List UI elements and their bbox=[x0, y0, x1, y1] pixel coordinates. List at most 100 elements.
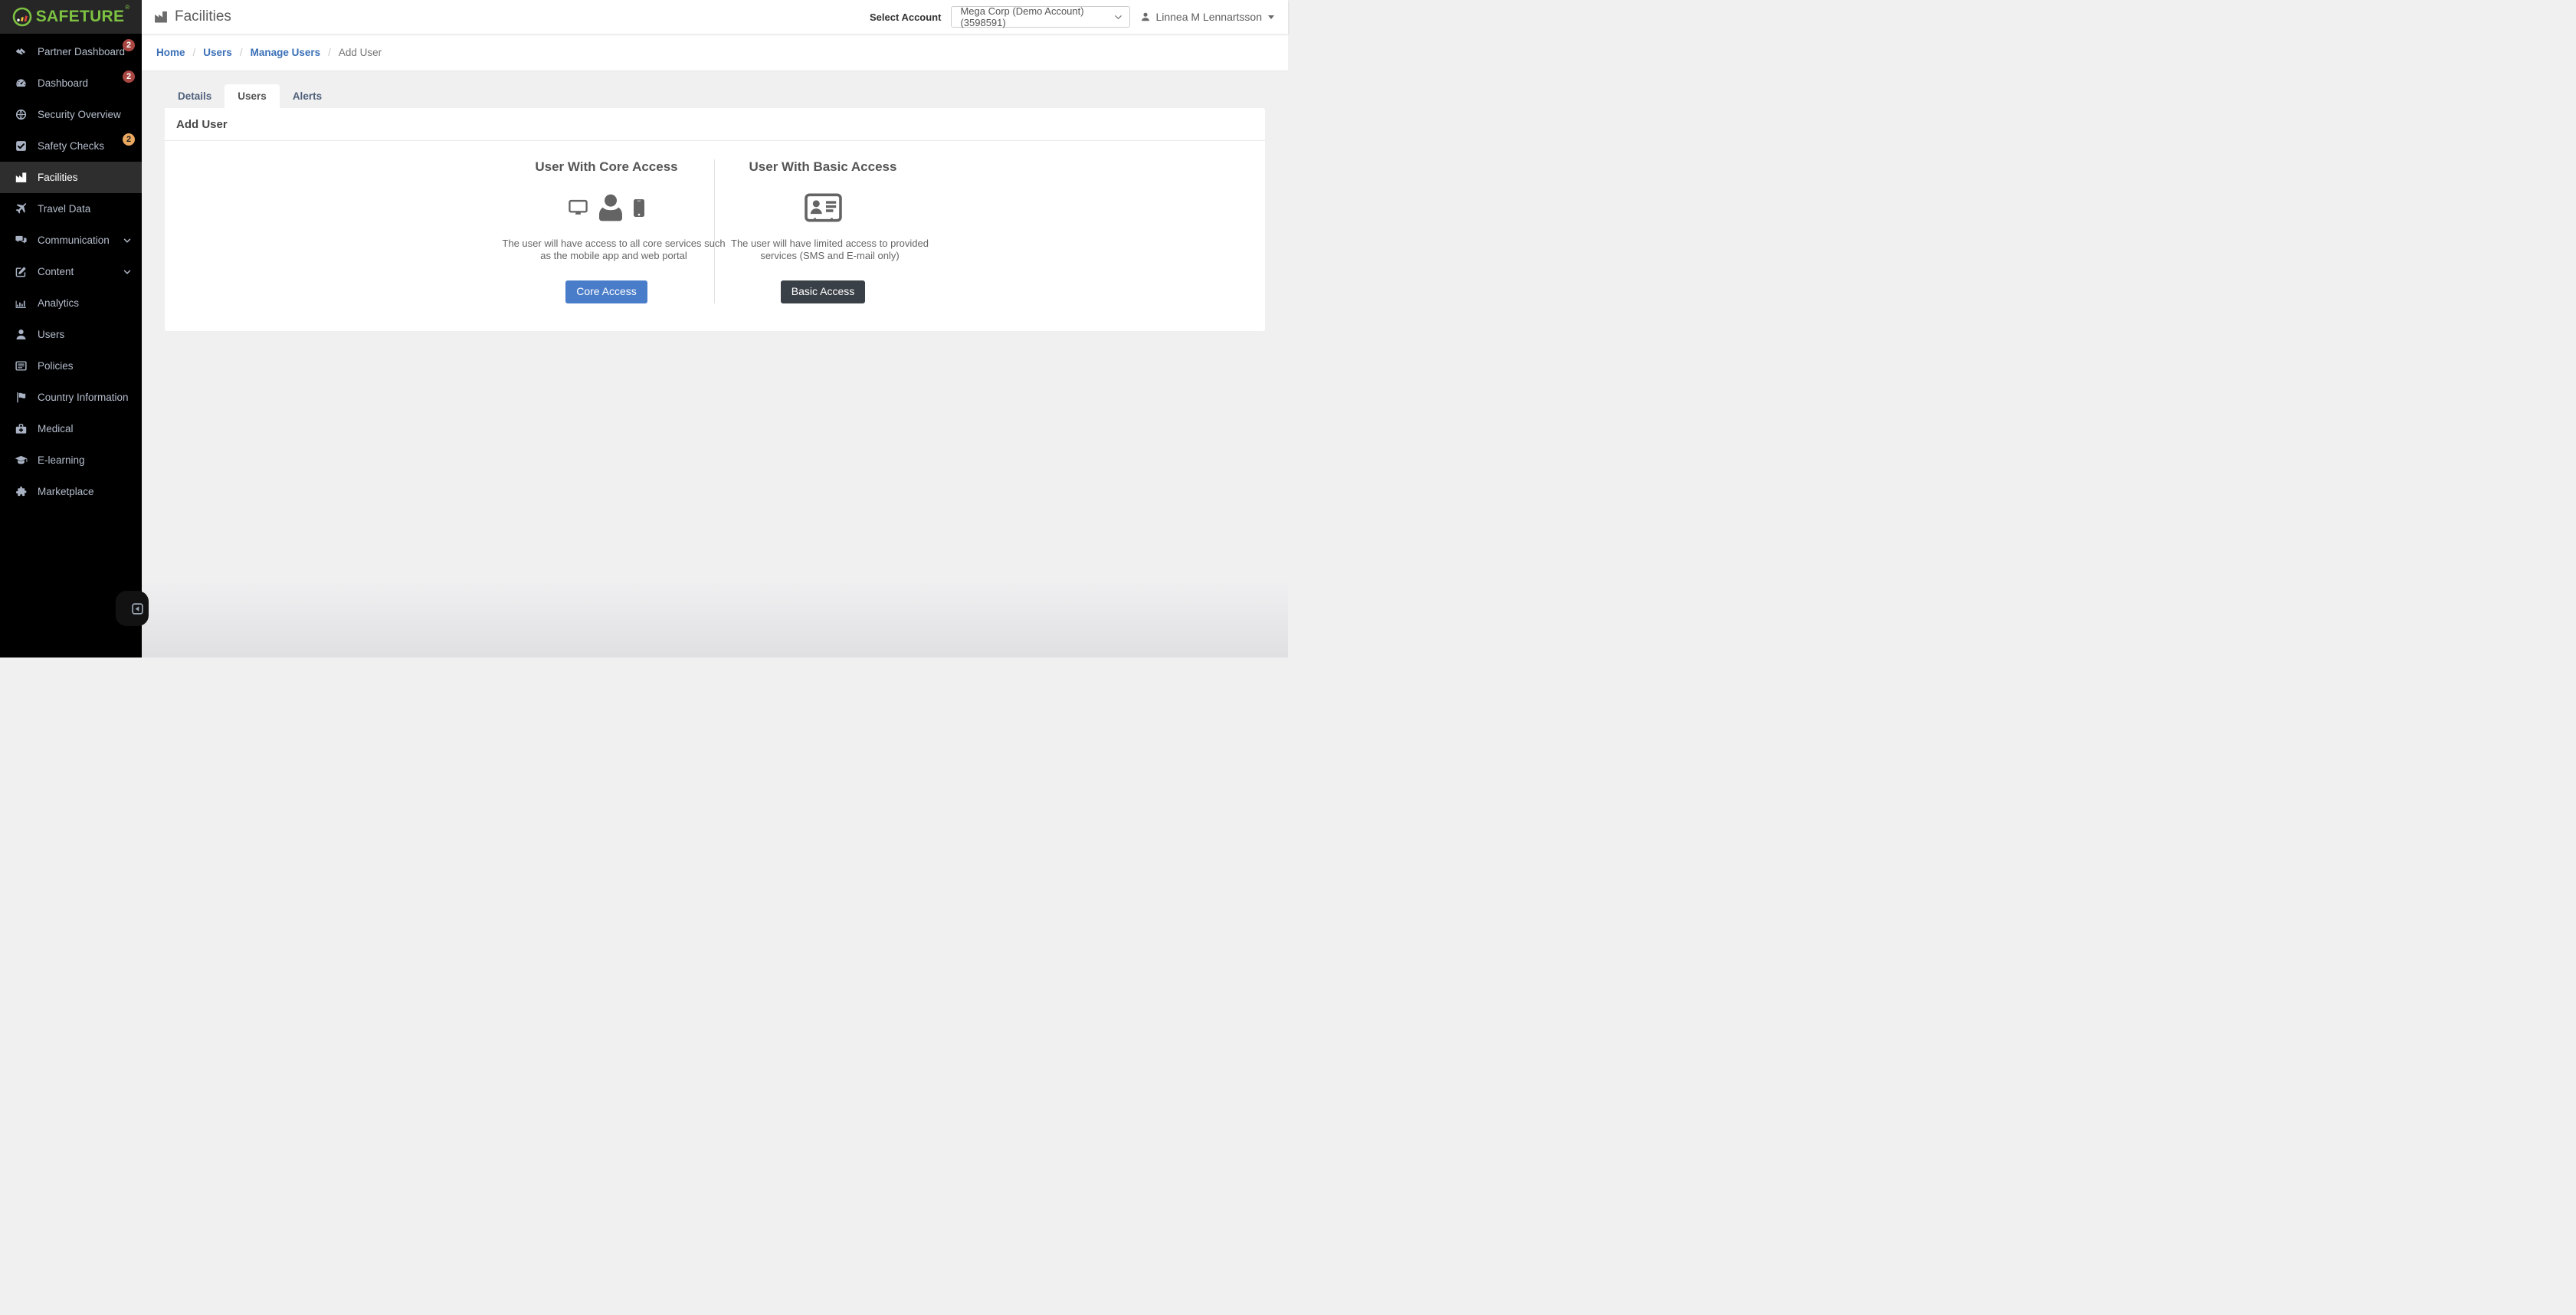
sidebar-collapse-button[interactable] bbox=[116, 591, 149, 626]
registered-mark: ® bbox=[125, 4, 129, 11]
sidebar: SAFETURE® Partner Dashboard 2 Dashboard … bbox=[0, 0, 142, 658]
puzzle-icon bbox=[15, 485, 28, 498]
sidebar-item-label: Dashboard bbox=[38, 77, 88, 89]
sidebar-item-label: Country Information bbox=[38, 392, 129, 403]
sidebar-item-analytics[interactable]: Analytics bbox=[0, 287, 142, 319]
desktop-icon bbox=[569, 199, 588, 216]
breadcrumb-users[interactable]: Users bbox=[203, 47, 232, 58]
sidebar-item-security-overview[interactable]: Security Overview bbox=[0, 99, 142, 130]
plane-icon bbox=[15, 202, 28, 215]
main-area: Facilities Select Account Mega Corp (Dem… bbox=[142, 0, 1288, 658]
sidebar-item-content[interactable]: Content bbox=[0, 256, 142, 287]
user-icon bbox=[15, 328, 28, 341]
add-user-panel: Add User User With Core Access The user … bbox=[165, 108, 1265, 331]
sidebar-item-label: Content bbox=[38, 266, 74, 277]
account-select[interactable]: Mega Corp (Demo Account) (3598591) bbox=[951, 6, 1130, 28]
sidebar-item-partner-dashboard[interactable]: Partner Dashboard 2 bbox=[0, 36, 142, 67]
mobile-icon bbox=[634, 199, 644, 217]
list-icon bbox=[15, 359, 28, 372]
comments-icon bbox=[15, 234, 28, 247]
topbar-right: Select Account Mega Corp (Demo Account) … bbox=[870, 6, 1274, 28]
tachometer-icon bbox=[15, 77, 28, 90]
page-title-text: Facilities bbox=[175, 8, 231, 25]
sidebar-item-travel-data[interactable]: Travel Data bbox=[0, 193, 142, 225]
core-access-description: The user will have access to all core se… bbox=[499, 238, 729, 262]
bar-chart-icon bbox=[15, 297, 28, 310]
sidebar-item-dashboard[interactable]: Dashboard 2 bbox=[0, 67, 142, 99]
handshake-icon bbox=[15, 45, 28, 58]
brand-logo[interactable]: SAFETURE® bbox=[0, 0, 142, 34]
chevron-down-icon bbox=[123, 236, 132, 245]
basic-access-title: User With Basic Access bbox=[715, 159, 931, 175]
globe-icon bbox=[15, 108, 28, 121]
sidebar-item-communication[interactable]: Communication bbox=[0, 225, 142, 256]
sidebar-item-label: E-learning bbox=[38, 454, 85, 466]
sidebar-item-marketplace[interactable]: Marketplace bbox=[0, 476, 142, 507]
sidebar-item-elearning[interactable]: E-learning bbox=[0, 444, 142, 476]
sidebar-item-medical[interactable]: Medical bbox=[0, 413, 142, 444]
breadcrumb-separator: / bbox=[240, 47, 243, 58]
graduation-cap-icon bbox=[15, 454, 28, 467]
breadcrumb-manage-users[interactable]: Manage Users bbox=[251, 47, 321, 58]
sidebar-item-label: Medical bbox=[38, 423, 74, 435]
notification-badge: 2 bbox=[123, 71, 135, 83]
sidebar-item-safety-checks[interactable]: Safety Checks 2 bbox=[0, 130, 142, 162]
user-name: Linnea M Lennartsson bbox=[1155, 11, 1262, 23]
sidebar-item-label: Communication bbox=[38, 234, 110, 246]
page-title: Facilities bbox=[153, 8, 231, 25]
edit-icon bbox=[15, 265, 28, 278]
basic-access-icons bbox=[715, 192, 931, 224]
user-icon bbox=[1140, 11, 1151, 22]
factory-icon bbox=[15, 171, 28, 184]
breadcrumb-separator: / bbox=[193, 47, 196, 58]
sidebar-item-label: Analytics bbox=[38, 297, 79, 309]
tab-users[interactable]: Users bbox=[224, 84, 280, 108]
select-account-label: Select Account bbox=[870, 11, 941, 23]
sidebar-item-users[interactable]: Users bbox=[0, 319, 142, 350]
panel-body: User With Core Access The user will have… bbox=[165, 141, 1265, 331]
basic-access-description: The user will have limited access to pro… bbox=[715, 238, 945, 262]
top-header: Facilities Select Account Mega Corp (Dem… bbox=[142, 0, 1288, 34]
core-access-icons bbox=[499, 192, 714, 224]
sidebar-item-label: Partner Dashboard bbox=[38, 46, 125, 57]
sidebar-item-label: Policies bbox=[38, 360, 74, 372]
chevron-down-icon bbox=[1114, 13, 1122, 21]
brand-mark-icon bbox=[12, 7, 32, 27]
breadcrumb-home[interactable]: Home bbox=[156, 47, 185, 58]
sidebar-nav: Partner Dashboard 2 Dashboard 2 Security… bbox=[0, 36, 142, 507]
account-select-value: Mega Corp (Demo Account) (3598591) bbox=[960, 5, 1109, 28]
check-square-icon bbox=[15, 139, 28, 152]
user-icon bbox=[598, 194, 624, 222]
basic-access-option: User With Basic Access The user will hav… bbox=[715, 159, 931, 303]
sidebar-item-label: Security Overview bbox=[38, 109, 121, 120]
breadcrumb-separator: / bbox=[328, 47, 331, 58]
core-access-button[interactable]: Core Access bbox=[565, 280, 647, 303]
chevron-down-icon bbox=[123, 267, 132, 277]
sidebar-item-label: Facilities bbox=[38, 172, 78, 183]
medkit-icon bbox=[15, 422, 28, 435]
notification-badge: 2 bbox=[123, 133, 135, 146]
flag-icon bbox=[15, 391, 28, 404]
sidebar-item-label: Safety Checks bbox=[38, 140, 104, 152]
user-menu[interactable]: Linnea M Lennartsson bbox=[1140, 11, 1274, 23]
caret-down-icon bbox=[1268, 15, 1274, 19]
sidebar-item-policies[interactable]: Policies bbox=[0, 350, 142, 382]
tab-alerts[interactable]: Alerts bbox=[280, 84, 335, 108]
sidebar-item-label: Travel Data bbox=[38, 203, 90, 215]
sidebar-item-label: Users bbox=[38, 329, 64, 340]
tab-bar: Details Users Alerts bbox=[165, 84, 1265, 108]
caret-square-left-icon bbox=[131, 602, 144, 615]
factory-icon bbox=[153, 9, 169, 25]
basic-access-button[interactable]: Basic Access bbox=[781, 280, 865, 303]
core-access-title: User With Core Access bbox=[499, 159, 714, 175]
breadcrumb: Home / Users / Manage Users / Add User bbox=[142, 34, 1288, 71]
tab-details[interactable]: Details bbox=[165, 84, 224, 108]
address-card-icon bbox=[805, 193, 842, 222]
brand-name: SAFETURE bbox=[36, 8, 125, 25]
sidebar-item-label: Marketplace bbox=[38, 486, 94, 497]
sidebar-item-facilities[interactable]: Facilities bbox=[0, 162, 142, 193]
breadcrumb-current: Add User bbox=[339, 47, 382, 58]
content-area: Details Users Alerts Add User User With … bbox=[142, 71, 1288, 658]
core-access-option: User With Core Access The user will have… bbox=[499, 159, 715, 303]
sidebar-item-country-information[interactable]: Country Information bbox=[0, 382, 142, 413]
